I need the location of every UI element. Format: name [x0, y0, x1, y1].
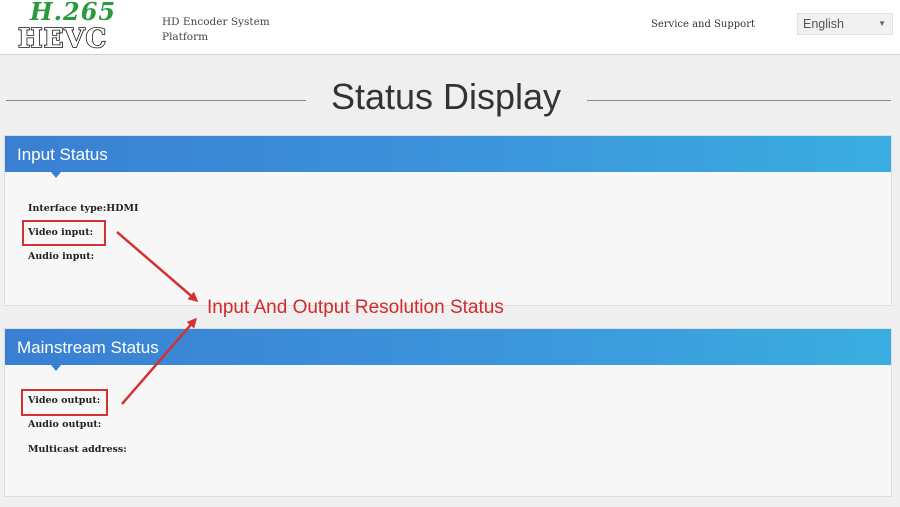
title-divider-left: [6, 100, 306, 101]
audio-input-field: Audio input:: [28, 251, 95, 262]
logo-codec-text: H.265: [30, 0, 117, 26]
language-select[interactable]: English ▼: [797, 13, 893, 35]
logo-hevc-text: HEVC: [17, 24, 108, 54]
header-notch: [51, 365, 61, 371]
annotation-label: Input And Output Resolution Status: [207, 297, 504, 318]
header-bar: H.265 HEVC HD Encoder System Platform Se…: [0, 0, 900, 55]
input-status-panel: Input Status Interface type:HDMI Video i…: [4, 135, 892, 306]
chevron-down-icon: ▼: [878, 19, 886, 28]
mainstream-status-header: Mainstream Status: [5, 329, 891, 371]
mainstream-status-title: Mainstream Status: [17, 338, 159, 357]
logo: H.265 HEVC: [17, 0, 140, 54]
language-select-value: English: [803, 17, 844, 31]
header-notch: [51, 172, 61, 178]
platform-title: HD Encoder System Platform: [162, 16, 270, 43]
input-status-title: Input Status: [17, 145, 108, 164]
service-and-support-link[interactable]: Service and Support: [651, 19, 755, 30]
audio-output-field: Audio output:: [28, 419, 102, 430]
annotation-box-video-input: [22, 220, 106, 246]
input-status-header: Input Status: [5, 136, 891, 178]
page-title: Status Display: [330, 76, 562, 117]
mainstream-status-panel: Mainstream Status Video output: Audio ou…: [4, 328, 892, 497]
multicast-address-field: Multicast address:: [28, 444, 127, 455]
annotation-box-video-output: [21, 389, 108, 416]
page-title-row: Status Display: [0, 72, 900, 128]
title-divider-right: [587, 100, 891, 101]
interface-type-field: Interface type:HDMI: [28, 203, 139, 214]
